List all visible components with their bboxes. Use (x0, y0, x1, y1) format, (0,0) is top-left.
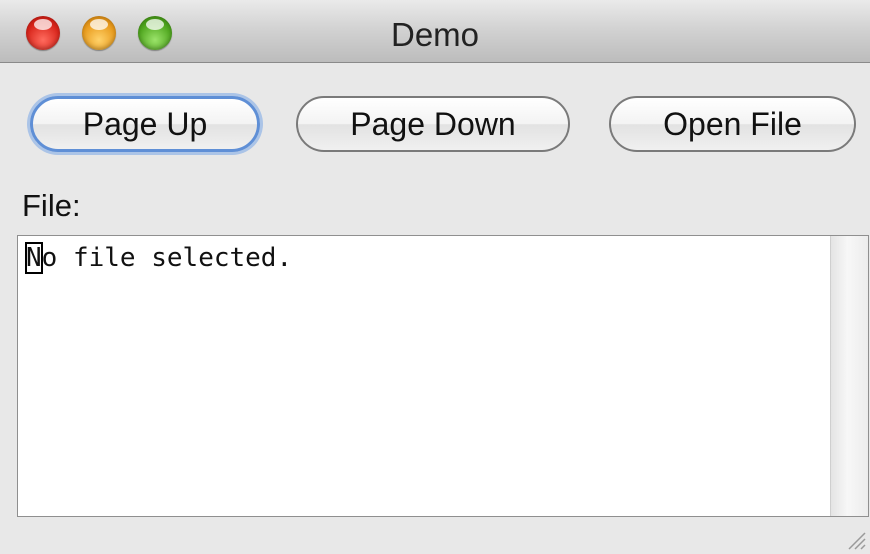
page-up-button[interactable]: Page Up (30, 96, 260, 152)
file-status-text: o file selected. (41, 243, 293, 273)
window-title: Demo (390, 16, 480, 53)
file-text-content: No file selected. (25, 242, 293, 274)
open-file-button[interactable]: Open File (609, 96, 856, 152)
vertical-scrollbar[interactable] (830, 236, 868, 516)
title-bar[interactable]: Demo (0, 0, 870, 63)
app-window: Demo Page Up Page Down Open File File: N… (0, 0, 870, 554)
file-label: File: (22, 188, 81, 223)
resize-grip-icon[interactable] (844, 528, 866, 550)
file-text-area[interactable]: No file selected. (17, 235, 869, 517)
page-down-button[interactable]: Page Down (296, 96, 570, 152)
text-caret: N (25, 242, 43, 274)
